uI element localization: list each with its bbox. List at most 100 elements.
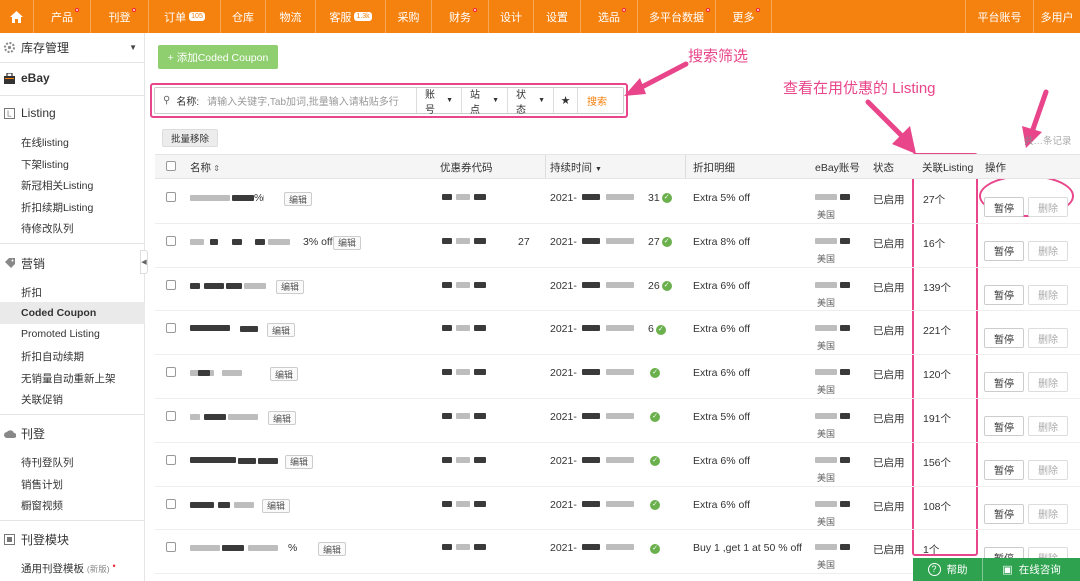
redacted-name	[204, 282, 224, 289]
row-checkbox[interactable]	[166, 323, 176, 334]
sidebar-section-publish[interactable]: 刊登	[0, 425, 145, 441]
nav-item-design[interactable]: 设计	[489, 0, 534, 33]
linked-listing-count[interactable]: 139个	[923, 280, 951, 295]
linked-listing-count[interactable]: 156个	[923, 455, 951, 470]
delete-button[interactable]: 删除	[1028, 197, 1068, 217]
sidebar-item-discount-auto-renew[interactable]: 折扣自动续期	[21, 349, 84, 364]
linked-listing-count[interactable]: 108个	[923, 499, 951, 514]
sidebar-section-marketing[interactable]: 营销	[0, 255, 145, 271]
edit-button[interactable]: 编辑	[333, 235, 362, 250]
delete-button[interactable]: 删除	[1028, 372, 1068, 393]
nav-item-orders[interactable]: 订单 105	[149, 0, 221, 33]
edit-button[interactable]: 编辑	[284, 192, 313, 206]
module-icon	[4, 533, 15, 545]
nav-item-selection[interactable]: 选品	[581, 0, 638, 33]
duration-start: 2021-	[550, 411, 577, 423]
pause-button[interactable]: 暂停	[984, 328, 1024, 349]
sidebar-section-listing[interactable]: L Listing	[0, 105, 145, 121]
delete-button[interactable]: 删除	[1028, 328, 1068, 349]
sidebar-item-coded-coupon[interactable]: Coded Coupon	[21, 307, 96, 319]
row-checkbox[interactable]	[166, 411, 176, 421]
row-checkbox[interactable]	[166, 454, 176, 465]
redacted-code	[474, 281, 486, 288]
linked-listing-count[interactable]: 221个	[923, 323, 951, 338]
edit-button[interactable]: 编辑	[262, 498, 291, 513]
sidebar-item-general-template[interactable]: 通用刊登模板 (新版) •	[21, 561, 116, 576]
help-button[interactable]: ? 帮助	[913, 558, 983, 581]
batch-remove-button[interactable]: 批量移除	[162, 129, 218, 147]
row-checkbox[interactable]	[166, 542, 176, 553]
nav-item-more[interactable]: 更多	[716, 0, 772, 33]
nav-item-warehouse[interactable]: 仓库	[221, 0, 266, 33]
nav-item-multi-user[interactable]: 多用户	[1034, 0, 1080, 33]
row-checkbox[interactable]	[166, 192, 176, 202]
linked-listing-count[interactable]: 120个	[923, 367, 951, 382]
pause-button[interactable]: 暂停	[984, 372, 1024, 393]
redacted-name	[238, 457, 256, 464]
nav-item-platform-account[interactable]: 平台账号	[965, 0, 1034, 33]
nav-item-settings[interactable]: 设置	[534, 0, 581, 33]
sidebar-item-discount[interactable]: 折扣	[21, 285, 42, 300]
nav-label: 财务	[449, 11, 471, 24]
pause-button[interactable]: 暂停	[984, 197, 1024, 217]
sidebar-item-showcase-video[interactable]: 橱窗视频	[21, 498, 63, 513]
edit-button[interactable]: 编辑	[267, 323, 296, 338]
delete-button[interactable]: 删除	[1028, 503, 1068, 524]
sidebar-item-covid-listing[interactable]: 新冠相关Listing	[21, 178, 93, 193]
sidebar-item-online-listing[interactable]: 在线listing	[21, 135, 69, 150]
edit-button[interactable]: 编辑	[285, 454, 314, 469]
nav-item-publish[interactable]: 刊登	[91, 0, 149, 33]
nav-item-finance[interactable]: 财务	[432, 0, 489, 33]
sidebar-item-discount-renew-listing[interactable]: 折扣续期Listing	[21, 200, 93, 215]
redacted-account	[840, 325, 850, 332]
row-checkbox[interactable]	[166, 279, 176, 290]
col-account-header: eBay账号	[815, 162, 860, 174]
nav-item-purchase[interactable]: 采购	[386, 0, 432, 33]
sidebar-item-sales-plan[interactable]: 销售计划	[21, 477, 63, 492]
delete-button[interactable]: 删除	[1028, 416, 1068, 436]
nav-item-products[interactable]: 产品	[34, 0, 91, 33]
linked-listing-count[interactable]: 16个	[923, 236, 945, 251]
row-checkbox[interactable]	[166, 498, 176, 509]
nav-label: 客服	[329, 11, 352, 24]
pause-button[interactable]: 暂停	[984, 416, 1024, 436]
pause-button[interactable]: 暂停	[984, 459, 1024, 480]
edit-button[interactable]: 编辑	[268, 411, 297, 425]
pause-button[interactable]: 暂停	[984, 240, 1024, 261]
add-coded-coupon-button[interactable]: + 添加Coded Coupon	[158, 45, 278, 69]
nav-label: 设计	[500, 11, 522, 24]
edit-button[interactable]: 编辑	[318, 542, 347, 557]
sidebar-section-inventory[interactable]: 库存管理 ▼	[0, 39, 145, 55]
sidebar-item-publish-queue[interactable]: 待刊登队列	[21, 455, 74, 470]
delete-button[interactable]: 删除	[1028, 284, 1068, 305]
sidebar-collapse-toggle[interactable]: ◀	[140, 250, 148, 274]
row-checkbox[interactable]	[166, 235, 176, 246]
sidebar-section-ebay[interactable]: eBay	[0, 70, 145, 86]
sidebar-section-label: 营销	[21, 256, 46, 271]
pause-button[interactable]: 暂停	[984, 284, 1024, 305]
sidebar-item-auto-relist[interactable]: 无销量自动重新上架	[21, 371, 116, 386]
delete-button[interactable]: 删除	[1028, 459, 1068, 480]
nav-item-service[interactable]: 客服 1.3k	[316, 0, 386, 33]
delete-button[interactable]: 删除	[1028, 240, 1068, 261]
online-chat-button[interactable]: ▣ 在线咨询	[983, 558, 1080, 581]
sidebar-section-publish-module[interactable]: 刊登模块	[0, 531, 145, 547]
col-name-header[interactable]: 名称 ⇕	[190, 160, 220, 175]
home-icon[interactable]	[0, 0, 34, 33]
nav-item-logistics[interactable]: 物流	[266, 0, 316, 33]
linked-listing-count[interactable]: 1个	[923, 542, 939, 557]
linked-listing-count[interactable]: 191个	[923, 411, 951, 426]
pause-button[interactable]: 暂停	[984, 503, 1024, 524]
row-divider	[155, 529, 1080, 531]
sidebar-item-promoted-listing[interactable]: Promoted Listing	[21, 328, 100, 340]
sidebar-item-offline-listing[interactable]: 下架listing	[21, 157, 69, 172]
nav-item-multiplatform[interactable]: 多平台数据	[638, 0, 716, 33]
sidebar-item-pending-edit-queue[interactable]: 待修改队列	[21, 221, 74, 236]
edit-button[interactable]: 编辑	[276, 279, 305, 294]
select-all-checkbox[interactable]	[166, 161, 176, 171]
linked-listing-count[interactable]: 27个	[923, 192, 945, 207]
col-duration-header[interactable]: 持续时间 ▼	[550, 160, 602, 175]
row-checkbox[interactable]	[166, 367, 176, 378]
sidebar-item-related-promotion[interactable]: 关联促销	[21, 392, 63, 407]
edit-button[interactable]: 编辑	[270, 367, 299, 382]
